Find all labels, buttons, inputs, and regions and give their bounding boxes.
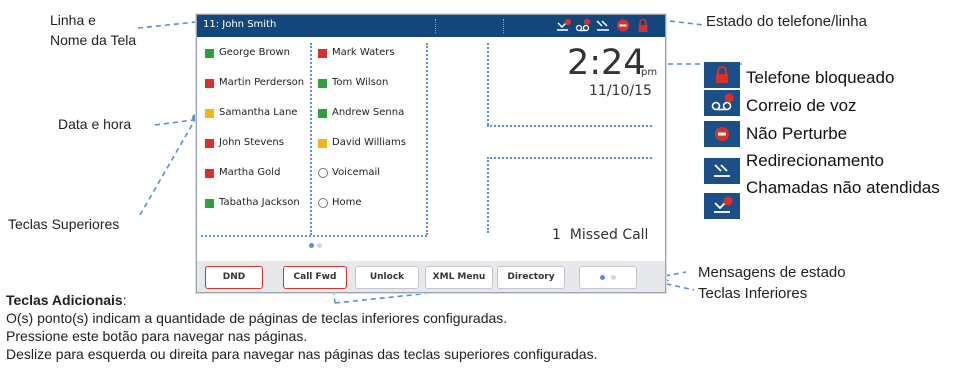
empty-circle-icon xyxy=(318,168,328,178)
dnd-icon xyxy=(715,127,729,141)
status-square xyxy=(318,139,327,148)
softkey-directory[interactable]: Directory xyxy=(497,266,565,289)
notes-line-3: Deslize para esquerda ou direita para na… xyxy=(6,346,598,362)
page-dot xyxy=(317,243,322,248)
phone-screen: 11: John Smith George Brown Martin Perde… xyxy=(196,14,666,293)
call-forward-icon xyxy=(596,20,609,31)
status-square xyxy=(205,79,214,88)
top-key-label: Andrew Senna xyxy=(332,107,405,118)
label-status-messages: Mensagens de estado xyxy=(698,264,846,281)
voicemail-icon xyxy=(711,93,734,111)
clock-time: 2:24 xyxy=(567,43,646,83)
page-dot xyxy=(611,275,617,280)
legend-voicemail-label: Correio de voz xyxy=(746,96,857,115)
lock-icon xyxy=(716,66,728,83)
status-square xyxy=(205,169,214,178)
voicemail-icon xyxy=(575,18,591,32)
more-keys-button[interactable] xyxy=(579,266,637,289)
notes: Teclas Adicionais: O(s) ponto(s) indicam… xyxy=(6,291,597,363)
top-key-label: David Williams xyxy=(332,137,406,148)
legend-missed-icon xyxy=(704,193,740,219)
clock-date: 11/10/15 xyxy=(589,83,652,99)
divider xyxy=(487,157,489,233)
page-dot-active xyxy=(599,275,605,280)
leader-top-keys xyxy=(139,117,197,216)
top-key-label: George Brown xyxy=(219,47,291,58)
softkey-unlock[interactable]: Unlock xyxy=(355,266,419,289)
status-square xyxy=(318,49,327,58)
legend-forward-label: Redirecionamento xyxy=(746,151,884,170)
page-dot-active xyxy=(309,243,314,248)
status-square xyxy=(318,109,327,118)
divider xyxy=(487,43,489,125)
bottom-keys-bar: DND Call Fwd Unlock XML Menu Directory xyxy=(197,261,665,292)
lock-icon xyxy=(638,18,648,32)
legend-locked-label: Telefone bloqueado xyxy=(746,68,895,87)
leader-phone-state xyxy=(660,19,705,26)
notes-line-1: O(s) ponto(s) indicam a quantidade de pá… xyxy=(6,310,508,326)
clock-ampm: pm xyxy=(641,67,658,78)
legend-dnd-label: Não Perturbe xyxy=(746,124,848,143)
softkey-call-fwd[interactable]: Call Fwd xyxy=(283,266,347,289)
status-square xyxy=(205,199,214,208)
legend-dnd-icon xyxy=(704,121,740,147)
divider xyxy=(487,157,652,159)
legend-missed-label: Chamadas não atendidas xyxy=(746,178,940,197)
status-square xyxy=(205,109,214,118)
softkey-dnd[interactable]: DND xyxy=(205,266,263,289)
top-key-label: Samantha Lane xyxy=(219,107,298,118)
call-forward-icon xyxy=(714,164,730,177)
top-key-label: Tabatha Jackson xyxy=(219,197,300,208)
label-line-name-1: Linha e xyxy=(50,12,96,28)
legend-lock-icon xyxy=(704,62,740,88)
notes-heading-row: Teclas Adicionais: xyxy=(6,291,597,309)
line-title: 11: John Smith xyxy=(203,19,277,30)
notes-colon: : xyxy=(122,292,127,308)
top-key-label: Martha Gold xyxy=(219,167,281,178)
softkey-xml-menu[interactable]: XML Menu xyxy=(425,266,493,289)
notes-heading: Teclas Adicionais xyxy=(6,292,123,308)
leader-status-msg xyxy=(664,271,687,277)
divider xyxy=(426,43,428,235)
label-line-name: Linha e Nome da Tela xyxy=(50,10,136,50)
status-message: 1 Missed Call xyxy=(552,227,649,243)
top-key-label: Voicemail xyxy=(332,167,381,178)
top-key-label: Home xyxy=(332,197,362,208)
status-square xyxy=(318,79,327,88)
missed-call-icon xyxy=(714,196,733,213)
divider xyxy=(201,235,427,237)
legend-forward-icon xyxy=(704,158,740,184)
label-line-name-2: Nome da Tela xyxy=(50,32,137,48)
top-key-label: Mark Waters xyxy=(332,47,395,58)
label-phone-state: Estado do telefone/linha xyxy=(706,13,867,30)
empty-circle-icon xyxy=(318,198,328,208)
legend-voicemail-icon xyxy=(704,90,740,116)
missed-call-icon xyxy=(557,18,571,31)
label-bottom-keys: Teclas Inferiores xyxy=(698,285,808,302)
top-key-label: Tom Wilson xyxy=(332,77,389,88)
top-key-label: Martin Perderson xyxy=(219,77,305,88)
status-square xyxy=(205,139,214,148)
notes-line-2: Pressione este botão para navegar nas pá… xyxy=(6,328,308,344)
status-square xyxy=(205,49,214,58)
label-top-keys: Teclas Superiores xyxy=(8,216,120,232)
divider xyxy=(487,125,652,127)
top-key-label: John Stevens xyxy=(219,137,284,148)
dnd-icon xyxy=(617,19,629,32)
title-bar: 11: John Smith xyxy=(197,15,665,37)
divider xyxy=(310,43,312,235)
label-date-time: Data e hora xyxy=(58,116,132,132)
